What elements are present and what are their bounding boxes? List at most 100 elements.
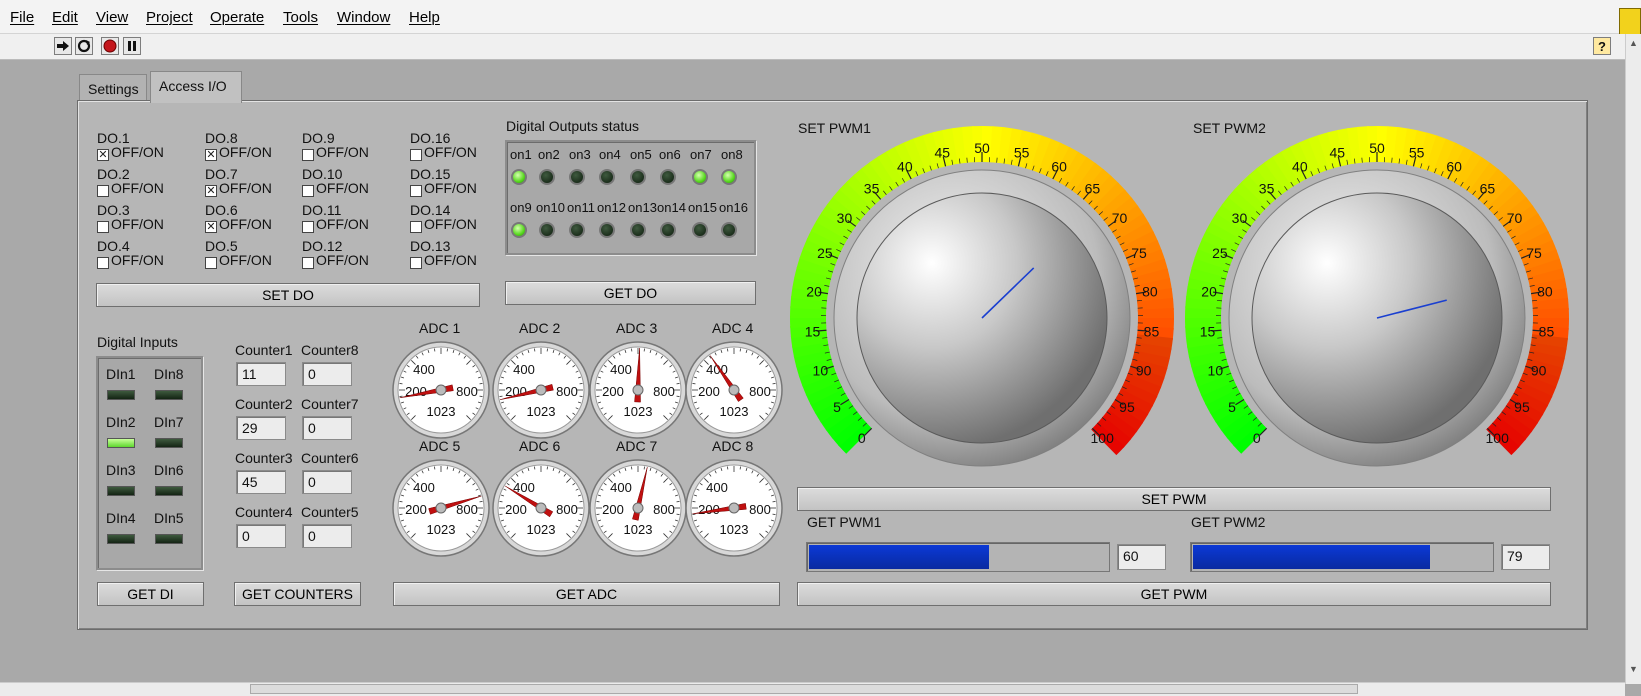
menu-view[interactable]: View bbox=[96, 9, 128, 26]
adc-scale-label: 1023 bbox=[624, 522, 653, 537]
menu-tools[interactable]: Tools bbox=[283, 9, 318, 26]
set-do-button[interactable]: SET DO bbox=[96, 283, 480, 307]
pwm-tick-label: 65 bbox=[1085, 181, 1101, 197]
scroll-down-arrow-icon[interactable]: ▼ bbox=[1629, 664, 1638, 674]
do-status-led bbox=[692, 222, 708, 238]
get-pwm-button[interactable]: GET PWM bbox=[797, 582, 1551, 606]
do-checkbox[interactable]: ✕ bbox=[205, 185, 217, 197]
set-pwm-button[interactable]: SET PWM bbox=[797, 487, 1551, 511]
pause-icon[interactable] bbox=[123, 37, 141, 55]
counter-value: 0 bbox=[302, 416, 352, 440]
pwm-tick-label: 90 bbox=[1531, 363, 1547, 379]
pwm-tick-label: 15 bbox=[1200, 323, 1216, 339]
do-checkbox[interactable]: ✕ bbox=[97, 149, 109, 161]
pwm-tick-label: 85 bbox=[1144, 323, 1160, 339]
counter-label: Counter1 bbox=[235, 342, 293, 358]
adc-scale-label: 800 bbox=[456, 502, 478, 517]
pwm-tick-label: 50 bbox=[1369, 140, 1385, 156]
adc-scale-label: 1023 bbox=[427, 522, 456, 537]
set-pwm2-knob[interactable]: 0 5 10 15 20 25 30 35 40 45 50 55 60 65 70 75 80 85 90 9510… bbox=[1179, 126, 1575, 481]
do-status-led bbox=[569, 222, 585, 238]
get-di-button[interactable]: GET DI bbox=[97, 582, 204, 606]
run-continuously-icon[interactable] bbox=[75, 37, 93, 55]
do-checkbox[interactable] bbox=[410, 185, 422, 197]
adc-gauge: 2004008001023 bbox=[685, 459, 783, 557]
pwm-tick-label: 0 bbox=[858, 430, 866, 446]
do-checkbox[interactable] bbox=[302, 149, 314, 161]
do-checkbox[interactable] bbox=[97, 221, 109, 233]
counter-label: Counter3 bbox=[235, 450, 293, 466]
do-checkbox[interactable] bbox=[410, 149, 422, 161]
pwm-tick-label: 35 bbox=[864, 181, 880, 197]
do-status-led-label: on10 bbox=[536, 200, 565, 215]
horizontal-scrollbar[interactable] bbox=[0, 682, 1625, 696]
do-checkbox[interactable] bbox=[97, 185, 109, 197]
menu-operate[interactable]: Operate bbox=[210, 9, 264, 26]
do-status-title: Digital Outputs status bbox=[506, 118, 640, 134]
pwm-tick-label: 40 bbox=[897, 159, 913, 175]
pwm-tick-label: 20 bbox=[1201, 283, 1217, 299]
do-checkbox[interactable] bbox=[205, 257, 217, 269]
adc-scale-label: 200 bbox=[405, 502, 427, 517]
di-led bbox=[155, 390, 183, 400]
adc-label: ADC 6 bbox=[519, 438, 561, 454]
menu-file[interactable]: File bbox=[10, 9, 34, 26]
do-checkbox[interactable]: ✕ bbox=[205, 221, 217, 233]
di-label: DIn6 bbox=[154, 462, 184, 478]
adc-scale-label: 400 bbox=[413, 480, 435, 495]
pwm-tick-label: 95 bbox=[1119, 399, 1135, 415]
get-counters-button[interactable]: GET COUNTERS bbox=[234, 582, 361, 606]
get-do-button[interactable]: GET DO bbox=[505, 281, 756, 305]
menu-project[interactable]: Project bbox=[146, 9, 193, 26]
do-status-led bbox=[660, 222, 676, 238]
adc-gauge-hub bbox=[632, 502, 644, 514]
do-status-led bbox=[721, 222, 737, 238]
adc-scale-label: 200 bbox=[505, 502, 527, 517]
vertical-scrollbar[interactable]: ▲ ▼ bbox=[1625, 34, 1641, 684]
do-off-on-label: OFF/ON bbox=[111, 216, 164, 232]
do-checkbox[interactable] bbox=[302, 221, 314, 233]
pwm-tick-label: 10 bbox=[1208, 363, 1224, 379]
do-checkbox[interactable] bbox=[410, 257, 422, 269]
adc-gauge: 2004008001023 bbox=[589, 341, 687, 439]
pwm-tick-label: 65 bbox=[1480, 181, 1496, 197]
do-off-on-label: OFF/ON bbox=[316, 144, 369, 160]
adc-gauge-hub bbox=[728, 384, 740, 396]
adc-scale-label: 400 bbox=[413, 362, 435, 377]
get-pwm2-value: 79 bbox=[1501, 544, 1550, 570]
menu-edit[interactable]: Edit bbox=[52, 9, 78, 26]
di-label: DIn7 bbox=[154, 414, 184, 430]
menu-window[interactable]: Window bbox=[337, 9, 390, 26]
tab-access-io[interactable]: Access I/O bbox=[150, 71, 242, 103]
di-label: DIn4 bbox=[106, 510, 136, 526]
pwm-tick-label: 15 bbox=[805, 323, 821, 339]
do-checkbox[interactable] bbox=[97, 257, 109, 269]
adc-gauge-hub bbox=[435, 502, 447, 514]
adc-scale-label: 200 bbox=[698, 384, 720, 399]
run-arrow-icon[interactable] bbox=[54, 37, 72, 55]
do-checkbox[interactable] bbox=[410, 221, 422, 233]
tab-settings[interactable]: Settings bbox=[79, 74, 147, 101]
adc-gauge-hub bbox=[535, 384, 547, 396]
pwm-tick-label: 80 bbox=[1142, 283, 1158, 299]
abort-stop-icon[interactable] bbox=[101, 37, 119, 55]
scroll-up-arrow-icon[interactable]: ▲ bbox=[1629, 38, 1638, 48]
get-pwm2-label: GET PWM2 bbox=[1191, 514, 1266, 530]
set-pwm1-knob[interactable]: 0 5 10 15 20 25 30 35 40 45 50 55 60 65 70 75 80 85 90 9510… bbox=[784, 126, 1180, 481]
pwm-tick-label: 85 bbox=[1539, 323, 1555, 339]
do-status-led-label: on7 bbox=[690, 147, 712, 162]
pwm-tick-label: 5 bbox=[833, 399, 841, 415]
do-checkbox[interactable] bbox=[302, 185, 314, 197]
adc-gauge: 2004008001023 bbox=[492, 341, 590, 439]
help-icon[interactable]: ? bbox=[1593, 37, 1611, 55]
do-status-led bbox=[539, 222, 555, 238]
do-checkbox[interactable] bbox=[302, 257, 314, 269]
get-adc-button[interactable]: GET ADC bbox=[393, 582, 780, 606]
menu-help[interactable]: Help bbox=[409, 9, 440, 26]
do-status-led-label: on6 bbox=[659, 147, 681, 162]
horizontal-scroll-thumb[interactable] bbox=[250, 684, 1358, 694]
do-checkbox[interactable]: ✕ bbox=[205, 149, 217, 161]
di-label: DIn8 bbox=[154, 366, 184, 382]
get-pwm2-progress-bar bbox=[1190, 542, 1494, 572]
adc-label: ADC 2 bbox=[519, 320, 561, 336]
